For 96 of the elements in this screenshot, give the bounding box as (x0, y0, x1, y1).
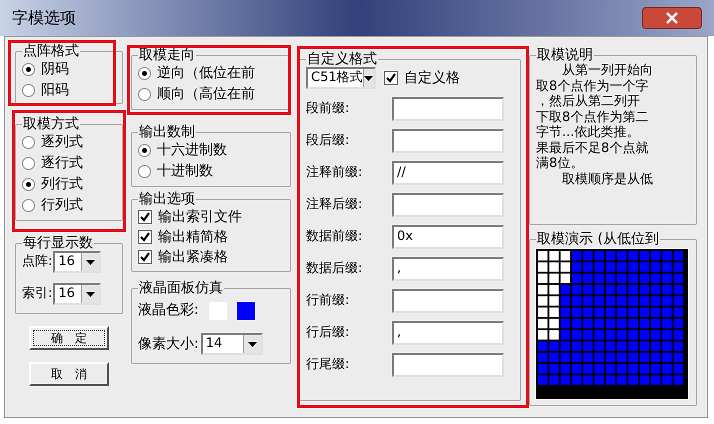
checkbox-option[interactable]: 自定义格 (384, 68, 460, 88)
description-line: 取模顺序是从低 (561, 172, 654, 187)
radio-button[interactable] (22, 63, 35, 76)
field-label: 像素大小: (138, 334, 199, 354)
field-label: 行尾缀: (306, 356, 350, 374)
field-label: 行前缀: (306, 292, 350, 310)
input-field[interactable] (392, 193, 504, 217)
radio-button[interactable] (138, 88, 151, 101)
group-title: 输出数制 (138, 124, 196, 140)
description-line: 从第一列开始向 (561, 63, 654, 78)
radio-label: 列行式 (41, 175, 83, 194)
radio-label: 十六进制数 (157, 141, 227, 160)
radio-option[interactable]: 顺向（高位在前 (138, 84, 284, 105)
caret-icon (86, 292, 96, 296)
field-label: 点阵: (22, 253, 52, 272)
group-title: 液晶面板仿真 (138, 280, 224, 296)
dialog-button[interactable]: 取 消 (29, 362, 109, 386)
group-title: 取模说明 (536, 47, 594, 63)
radio-option[interactable]: 逐列式 (22, 132, 116, 153)
input-field[interactable] (392, 353, 504, 377)
group-title: 取模走向 (138, 47, 196, 63)
radio-option[interactable]: 阳码 (22, 80, 116, 101)
dropdown[interactable]: C51格式 (306, 67, 376, 89)
radio-label: 行列式 (41, 196, 83, 215)
radio-button[interactable] (138, 67, 151, 80)
description-line: 果最后不足8个点就 (536, 140, 650, 156)
radio-option[interactable]: 逐行式 (22, 153, 116, 174)
input-field[interactable]: , (392, 321, 504, 345)
checkbox-option[interactable]: 输出索引文件 (138, 207, 284, 227)
group-title: 自定义格式 (306, 51, 378, 67)
radio-button[interactable] (22, 199, 35, 212)
group-title: 取模方式 (22, 116, 80, 132)
input-field[interactable]: // (392, 161, 504, 185)
description-line: 满8位。 (536, 156, 584, 172)
checkbox-label: 输出索引文件 (158, 208, 242, 226)
close-button[interactable] (642, 7, 702, 29)
input-field[interactable]: 0x (392, 225, 504, 249)
input-field[interactable] (392, 289, 504, 313)
radio-option[interactable]: 逆向（低位在前 (138, 63, 284, 84)
radio-label: 阳码 (41, 81, 69, 100)
checkbox-label: 自定义格 (404, 68, 460, 88)
checkbox[interactable] (138, 230, 152, 244)
checkbox-label: 输出紧凑格 (158, 248, 228, 266)
description-line: ，然后从第二列开 (536, 94, 641, 110)
caret-icon (86, 260, 96, 264)
radio-option[interactable]: 十六进制数 (138, 140, 284, 161)
field-label: 注释前缀: (306, 164, 364, 182)
description-line: 字节...依此类推。 (536, 125, 640, 140)
radio-label: 阴码 (41, 60, 69, 79)
checkbox-option[interactable]: 输出紧凑格 (138, 247, 284, 267)
group-title: 输出选项 (138, 191, 196, 207)
checkbox[interactable] (384, 71, 398, 85)
radio-label: 顺向（高位在前 (157, 85, 255, 104)
field-label: 段后缀: (306, 132, 350, 150)
radio-button[interactable] (22, 84, 35, 97)
dialog-button[interactable]: 确 定 (29, 326, 109, 350)
radio-label: 逆向（低位在前 (157, 64, 255, 83)
input-field[interactable] (392, 129, 504, 153)
description-line: 取8个点作为一个字 (536, 78, 650, 94)
radio-option[interactable]: 阴码 (22, 59, 116, 80)
radio-option[interactable]: 列行式 (22, 174, 116, 195)
checkbox[interactable] (138, 210, 152, 224)
group-title: 取模演示 (从低位到 (536, 231, 660, 247)
radio-button[interactable] (22, 157, 35, 170)
radio-button[interactable] (22, 136, 35, 149)
dropdown[interactable]: 14 (200, 333, 263, 355)
input-field[interactable]: , (392, 257, 504, 281)
radio-label: 逐行式 (41, 154, 83, 173)
window-title: 字模选项 (12, 7, 76, 29)
dropdown[interactable]: 16 (53, 283, 102, 305)
checkbox-label: 输出精简格 (158, 228, 228, 246)
field-label: 行后缀: (306, 324, 350, 342)
radio-label: 逐列式 (41, 133, 83, 152)
radio-button[interactable] (22, 178, 35, 191)
radio-option[interactable]: 十进制数 (138, 161, 284, 182)
color-swatch[interactable] (236, 302, 255, 320)
caret-icon (248, 342, 257, 346)
field-label: 段前缀: (306, 100, 350, 118)
radio-label: 十进制数 (157, 162, 213, 181)
checkbox-option[interactable]: 输出精简格 (138, 227, 284, 247)
field-label: 注释后缀: (306, 196, 364, 214)
caret-icon (364, 76, 374, 80)
field-label: 数据后缀: (306, 260, 364, 278)
description-line: 下取8个点作为第二 (536, 110, 650, 125)
close-icon (666, 12, 678, 24)
dropdown[interactable]: 16 (53, 251, 102, 273)
field-label: 数据前缀: (306, 228, 364, 246)
checkbox[interactable] (138, 250, 152, 264)
group-title: 点阵格式 (22, 43, 80, 59)
group-title: 每行显示数 (22, 235, 94, 251)
input-field[interactable] (392, 97, 504, 121)
radio-button[interactable] (138, 165, 151, 178)
radio-button[interactable] (138, 144, 151, 157)
radio-option[interactable]: 行列式 (22, 195, 116, 216)
field-label: 索引: (22, 285, 52, 304)
field-label: 液晶色彩: (138, 301, 199, 320)
